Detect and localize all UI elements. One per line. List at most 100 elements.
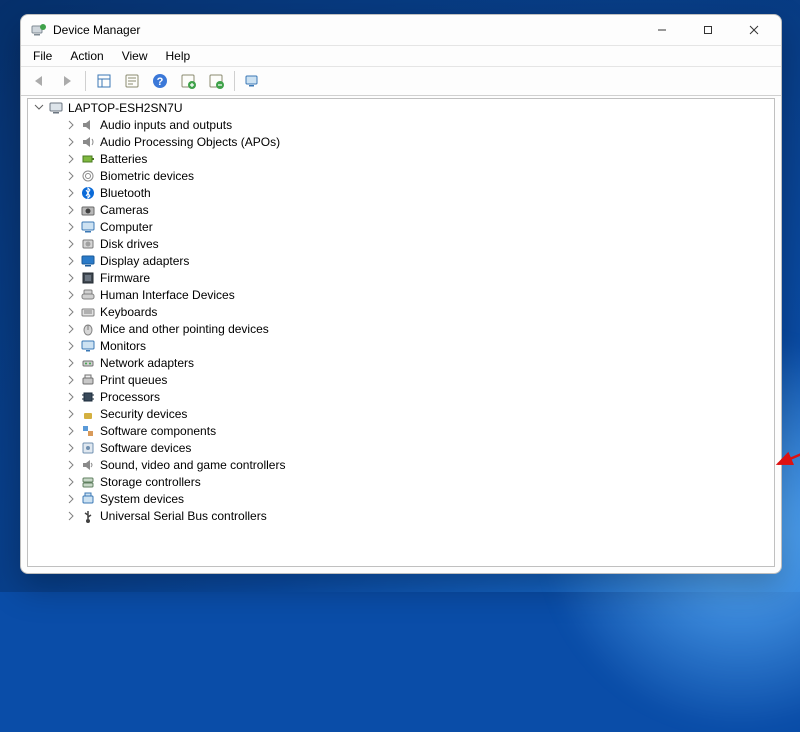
- toolbar-update-driver-button[interactable]: [175, 68, 201, 94]
- tree-item[interactable]: Biometric devices: [60, 167, 774, 184]
- tree-item[interactable]: Human Interface Devices: [60, 286, 774, 303]
- tree-item[interactable]: Storage controllers: [60, 473, 774, 490]
- computer-icon: [48, 100, 64, 116]
- expand-icon[interactable]: [66, 239, 76, 249]
- collapse-icon[interactable]: [34, 103, 44, 113]
- tree-item-label: Computer: [100, 220, 153, 234]
- tree-item[interactable]: Security devices: [60, 405, 774, 422]
- apo-icon: [80, 134, 96, 150]
- toolbar-back-button: [26, 68, 52, 94]
- tree-item-label: Display adapters: [100, 254, 189, 268]
- tree-item[interactable]: Mice and other pointing devices: [60, 320, 774, 337]
- tree-item-label: Storage controllers: [100, 475, 201, 489]
- tree-item[interactable]: Software components: [60, 422, 774, 439]
- tree-item[interactable]: Display adapters: [60, 252, 774, 269]
- tree-item-label: Network adapters: [100, 356, 194, 370]
- expand-icon[interactable]: [66, 460, 76, 470]
- expand-icon[interactable]: [66, 188, 76, 198]
- tree-root[interactable]: LAPTOP-ESH2SN7U: [28, 99, 774, 116]
- tree-item[interactable]: Print queues: [60, 371, 774, 388]
- expand-icon[interactable]: [66, 120, 76, 130]
- battery-icon: [80, 151, 96, 167]
- expand-icon[interactable]: [66, 392, 76, 402]
- expand-icon[interactable]: [66, 375, 76, 385]
- expand-icon[interactable]: [66, 154, 76, 164]
- menu-view[interactable]: View: [114, 47, 156, 65]
- sound-icon: [80, 457, 96, 473]
- tree-item-label: Software components: [100, 424, 216, 438]
- tree-item-label: Audio inputs and outputs: [100, 118, 232, 132]
- expand-icon[interactable]: [66, 222, 76, 232]
- tree-item[interactable]: Firmware: [60, 269, 774, 286]
- tree-item[interactable]: Processors: [60, 388, 774, 405]
- tree-item[interactable]: Bluetooth: [60, 184, 774, 201]
- tree-item-label: Universal Serial Bus controllers: [100, 509, 267, 523]
- window-controls: [639, 15, 777, 45]
- expand-icon[interactable]: [66, 307, 76, 317]
- expand-icon[interactable]: [66, 290, 76, 300]
- toolbar-separator: [234, 71, 235, 91]
- tree-item[interactable]: Universal Serial Bus controllers: [60, 507, 774, 524]
- biometric-icon: [80, 168, 96, 184]
- expand-icon[interactable]: [66, 426, 76, 436]
- tree-item-label: System devices: [100, 492, 184, 506]
- expand-icon[interactable]: [66, 409, 76, 419]
- device-tree[interactable]: LAPTOP-ESH2SN7U Audio inputs and outputs…: [27, 98, 775, 567]
- display-icon: [80, 253, 96, 269]
- tree-item[interactable]: Cameras: [60, 201, 774, 218]
- tree-item[interactable]: Computer: [60, 218, 774, 235]
- window-title: Device Manager: [53, 23, 140, 37]
- menu-action[interactable]: Action: [62, 47, 111, 65]
- expand-icon[interactable]: [66, 494, 76, 504]
- title-bar[interactable]: Device Manager: [21, 15, 781, 46]
- expand-icon[interactable]: [66, 324, 76, 334]
- expand-icon[interactable]: [66, 511, 76, 521]
- tree-item[interactable]: Disk drives: [60, 235, 774, 252]
- print-icon: [80, 372, 96, 388]
- tree-item-label: Security devices: [100, 407, 187, 421]
- toolbar-help-button[interactable]: ?: [147, 68, 173, 94]
- toolbar-show-containers-button[interactable]: [91, 68, 117, 94]
- toolbar-properties-button[interactable]: [119, 68, 145, 94]
- expand-icon[interactable]: [66, 341, 76, 351]
- tree-item[interactable]: Audio inputs and outputs: [60, 116, 774, 133]
- tree-item[interactable]: Software devices: [60, 439, 774, 456]
- tree-root-label: LAPTOP-ESH2SN7U: [68, 101, 183, 115]
- tree-item[interactable]: Sound, video and game controllers: [60, 456, 774, 473]
- expand-icon[interactable]: [66, 256, 76, 266]
- tree-item[interactable]: Monitors: [60, 337, 774, 354]
- tree-item[interactable]: System devices: [60, 490, 774, 507]
- expand-icon[interactable]: [66, 477, 76, 487]
- swcomp-icon: [80, 423, 96, 439]
- tree-item-label: Mice and other pointing devices: [100, 322, 269, 336]
- tree-item[interactable]: Batteries: [60, 150, 774, 167]
- toolbar-uninstall-button[interactable]: [203, 68, 229, 94]
- disk-icon: [80, 236, 96, 252]
- hid-icon: [80, 287, 96, 303]
- audio-icon: [80, 117, 96, 133]
- tree-item-label: Sound, video and game controllers: [100, 458, 285, 472]
- menu-help[interactable]: Help: [158, 47, 199, 65]
- expand-icon[interactable]: [66, 171, 76, 181]
- camera-icon: [80, 202, 96, 218]
- menu-file[interactable]: File: [25, 47, 60, 65]
- tree-item[interactable]: Audio Processing Objects (APOs): [60, 133, 774, 150]
- tree-item-label: Monitors: [100, 339, 146, 353]
- expand-icon[interactable]: [66, 273, 76, 283]
- tree-item[interactable]: Network adapters: [60, 354, 774, 371]
- mouse-icon: [80, 321, 96, 337]
- expand-icon[interactable]: [66, 137, 76, 147]
- tree-item-label: Cameras: [100, 203, 149, 217]
- expand-icon[interactable]: [66, 205, 76, 215]
- tree-item[interactable]: Keyboards: [60, 303, 774, 320]
- close-button[interactable]: [731, 15, 777, 45]
- toolbar-forward-button: [54, 68, 80, 94]
- tree-item-label: Processors: [100, 390, 160, 404]
- expand-icon[interactable]: [66, 443, 76, 453]
- maximize-button[interactable]: [685, 15, 731, 45]
- bluetooth-icon: [80, 185, 96, 201]
- minimize-button[interactable]: [639, 15, 685, 45]
- expand-icon[interactable]: [66, 358, 76, 368]
- toolbar-scan-hardware-button[interactable]: [240, 68, 266, 94]
- computer-icon: [80, 219, 96, 235]
